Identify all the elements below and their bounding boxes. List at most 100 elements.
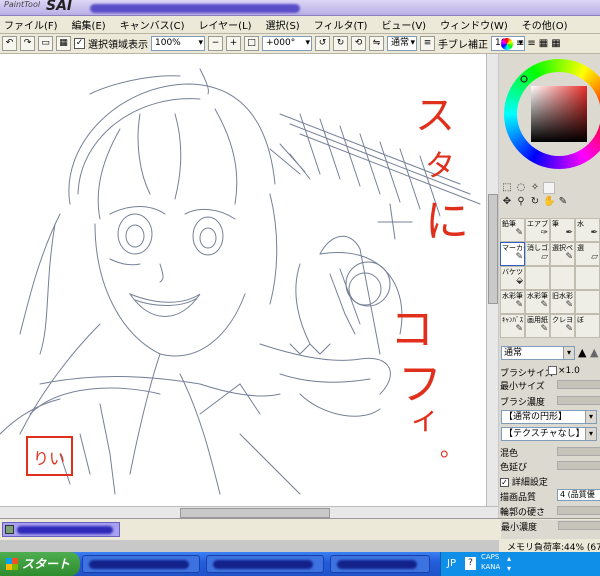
zoom-reset-icon[interactable]: □ xyxy=(244,36,259,51)
tool-empty[interactable] xyxy=(550,266,575,290)
lasso-icon[interactable]: ◌ xyxy=(515,182,527,194)
tool-water[interactable]: 水 ✒ xyxy=(575,218,600,242)
rotate-reset-icon[interactable]: ⟲ xyxy=(351,36,366,51)
vertical-scrollbar[interactable] xyxy=(486,54,498,506)
menu-window[interactable]: ウィンドウ(W) xyxy=(440,17,508,32)
menu-filter[interactable]: フィルタ(T) xyxy=(314,17,368,32)
move-icon[interactable]: ✥ xyxy=(501,196,513,208)
taskbar-window-3[interactable] xyxy=(330,555,430,573)
blend-mode-select[interactable]: 通常 xyxy=(387,36,417,51)
density-slider[interactable] xyxy=(557,396,600,405)
menu-canvas[interactable]: キャンバス(C) xyxy=(120,17,185,32)
tool-brush[interactable]: 筆 ✒ xyxy=(550,218,575,242)
selection-tools: ⬚ ◌ ✧ ✥ ⚲ ↻ ✋ ✎ xyxy=(501,182,598,210)
redacted-window-name xyxy=(89,560,189,569)
tool-empty[interactable] xyxy=(575,290,600,314)
vertical-scroll-thumb[interactable] xyxy=(488,194,498,304)
mix-slider[interactable] xyxy=(557,447,600,456)
document-tab[interactable] xyxy=(2,522,120,537)
tool-pencil[interactable]: 鉛筆 ✎ xyxy=(500,218,525,242)
color-swatch-icon[interactable] xyxy=(543,182,555,194)
hsv-slider-tab-icon[interactable]: ≡ xyxy=(527,38,535,50)
edge-hard-icon[interactable]: ▲ xyxy=(578,346,586,359)
menu-edit[interactable]: 編集(E) xyxy=(72,17,106,32)
menu-layer[interactable]: レイヤー(L) xyxy=(198,17,251,32)
tool-watercolor-10[interactable]: 水彩筆 10縁✎ xyxy=(525,290,550,314)
edge-hardness-label: 輪郭の硬さ xyxy=(500,508,546,518)
hand-icon[interactable]: ✋ xyxy=(543,196,555,208)
tool-empty[interactable] xyxy=(525,266,550,290)
color-wheel[interactable] xyxy=(504,59,600,169)
brush-shape-value: 【通常の円形】 xyxy=(504,412,568,422)
flip-icon[interactable]: ⇋ xyxy=(369,36,384,51)
tool-select-pen[interactable]: 選択ペン✎ xyxy=(550,242,575,266)
taskbar-window-2[interactable] xyxy=(206,555,324,573)
min-size-slider[interactable] xyxy=(557,380,600,389)
eyedropper-icon[interactable]: ✎ xyxy=(557,196,569,208)
color-wheel-tab-icon[interactable] xyxy=(501,38,513,50)
size-mult-checkbox[interactable] xyxy=(548,366,557,375)
ime-arrow-icon[interactable]: ▾ xyxy=(507,564,511,573)
detail-checkbox[interactable]: ✓ xyxy=(500,478,509,487)
tool-label: 旧水彩 xyxy=(552,292,573,300)
rotation-select[interactable]: +000° xyxy=(262,36,312,51)
tool-airbrush[interactable]: エアブラシ✑ xyxy=(525,218,550,242)
tool-bucket[interactable]: バケツ ⬙ xyxy=(500,266,525,290)
tool-blur[interactable]: ぼ xyxy=(575,314,600,338)
brush-mode-select[interactable]: 通常 ▾ xyxy=(501,346,575,360)
taskbar-window-1[interactable] xyxy=(82,555,200,573)
redo-icon[interactable]: ↷ xyxy=(20,36,35,51)
quality-select[interactable]: 4 (品質優 xyxy=(557,489,600,501)
rotate-right-icon[interactable]: ↻ xyxy=(333,36,348,51)
tool-eraser[interactable]: 消しゴム▱ xyxy=(525,242,550,266)
texture-select[interactable]: 【テクスチャなし】 ▾ xyxy=(501,427,597,441)
size-mult-value[interactable]: ×1.0 xyxy=(558,366,580,376)
zoom-select[interactable]: 100% xyxy=(151,36,205,51)
help-icon[interactable]: ? xyxy=(465,557,476,570)
ime-arrow-icon[interactable]: ▴ xyxy=(507,554,511,563)
stretch-slider[interactable] xyxy=(557,461,600,470)
drawing-canvas[interactable]: ス タ に コ フ ィ 。 りい xyxy=(0,54,498,518)
language-indicator[interactable]: JP xyxy=(447,558,456,569)
tool-canvas-acrylic[interactable]: ｷｬﾝﾊﾞｽ ｱｸﾘﾙ✎ xyxy=(500,314,525,338)
tool-marker[interactable]: マーカー✎ xyxy=(500,242,525,266)
menu-other[interactable]: その他(O) xyxy=(522,17,568,32)
brush-shape-select[interactable]: 【通常の円形】 ▾ xyxy=(501,410,597,424)
tool-empty[interactable] xyxy=(575,266,600,290)
tool-select-eraser[interactable]: 選 ▱ xyxy=(575,242,600,266)
brush-size-row: ブラシサイズ ×1.0 xyxy=(500,366,600,379)
swatches-tab-icon[interactable]: ▦ xyxy=(539,38,548,50)
zoom-icon[interactable]: ⚲ xyxy=(515,196,527,208)
zoom-in-icon[interactable]: + xyxy=(226,36,241,51)
tool-watercolor-9[interactable]: 水彩筆 9縁✎ xyxy=(500,290,525,314)
edge-soft-icon[interactable]: ▲ xyxy=(590,346,598,359)
tool-crayon[interactable]: クレヨン✎ xyxy=(550,314,575,338)
rotate-icon[interactable]: ↻ xyxy=(529,196,541,208)
undo-icon[interactable]: ↶ xyxy=(2,36,17,51)
tool-label: バケツ xyxy=(502,268,523,276)
horizontal-scrollbar[interactable] xyxy=(0,506,498,518)
tool-old-watercolor[interactable]: 旧水彩 ✎ xyxy=(550,290,575,314)
menu-view[interactable]: ビュー(V) xyxy=(381,17,426,32)
rect-select-icon[interactable]: ⬚ xyxy=(501,182,513,194)
start-button[interactable]: スタート xyxy=(0,552,80,576)
zoom-out-icon[interactable]: − xyxy=(208,36,223,51)
horizontal-scroll-thumb[interactable] xyxy=(180,508,330,518)
brush-icon: ✒ xyxy=(565,228,573,238)
min-density-slider[interactable] xyxy=(558,521,600,530)
scratchpad-tab-icon[interactable]: ▦ xyxy=(551,38,560,50)
menu-file[interactable]: ファイル(F) xyxy=(4,17,58,32)
edge-hardness-slider[interactable] xyxy=(557,506,600,515)
title-bar: PaintTool SAI xyxy=(0,0,600,16)
show-selection-checkbox[interactable]: ✓ xyxy=(74,38,85,49)
rgb-slider-tab-icon[interactable]: ≡ xyxy=(516,38,524,50)
magic-wand-icon[interactable]: ✧ xyxy=(529,182,541,194)
hatch-icon[interactable]: ≡ xyxy=(420,36,435,51)
menu-select[interactable]: 選択(S) xyxy=(266,17,300,32)
deselect-icon[interactable]: ▭ xyxy=(38,36,53,51)
invert-selection-icon[interactable]: ▦ xyxy=(56,36,71,51)
tool-paper-acrylic[interactable]: 画用紙 ｱｸﾘﾙ✎ xyxy=(525,314,550,338)
tool-label: 消しゴム xyxy=(527,244,549,252)
rotate-left-icon[interactable]: ↺ xyxy=(315,36,330,51)
tool-label: 水彩筆 9縁 xyxy=(502,292,524,300)
